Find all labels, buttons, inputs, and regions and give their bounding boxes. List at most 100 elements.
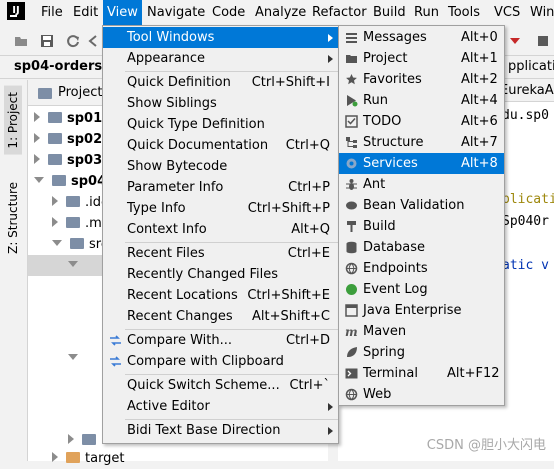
menu-navigate[interactable]: Navigate: [143, 0, 209, 25]
tree-item[interactable]: sp02-: [34, 129, 108, 150]
tool-window-terminal[interactable]: Terminal Alt+F12: [339, 363, 504, 384]
refresh-icon[interactable]: [66, 34, 80, 48]
tree-item[interactable]: sp04-: [34, 171, 112, 192]
intellij-logo-icon: IJ: [7, 2, 25, 20]
menu-item-appearance[interactable]: Appearance: [103, 48, 338, 69]
tool-window-maven[interactable]: m Maven: [339, 321, 504, 342]
submenu-arrow-icon: [328, 34, 333, 42]
collapse-arrow-icon[interactable]: [52, 240, 62, 246]
open-folder-icon[interactable]: [14, 34, 28, 48]
save-icon[interactable]: [40, 34, 54, 48]
editor-tab[interactable]: EurekaA: [498, 80, 554, 102]
expand-arrow-icon[interactable]: [34, 112, 40, 122]
menu-item-show-siblings[interactable]: Show Siblings: [103, 93, 338, 114]
tab-project[interactable]: 1: Project: [4, 86, 22, 155]
menu-edit[interactable]: Edit: [69, 0, 102, 25]
tool-window-web[interactable]: Web: [339, 384, 504, 405]
tool-window-todo[interactable]: TODO Alt+6: [339, 111, 504, 132]
tab-structure[interactable]: Z: Structure: [4, 176, 22, 260]
tool-window-build[interactable]: Build: [339, 216, 504, 237]
tree-item[interactable]: [68, 348, 86, 369]
expand-arrow-icon[interactable]: [34, 133, 40, 143]
java-enterprise-icon: [345, 304, 358, 317]
tool-window-bean-validation[interactable]: Bean Validation: [339, 195, 504, 216]
menu-item-quick-documentation[interactable]: Quick Documentation Ctrl+Q: [103, 135, 338, 156]
dropdown-arrow-icon[interactable]: [508, 34, 522, 48]
menu-item-bidi-text-base-direction[interactable]: Bidi Text Base Direction: [103, 420, 338, 441]
menu-analyze[interactable]: Analyze: [251, 0, 310, 25]
tree-item[interactable]: .mv: [52, 213, 110, 234]
project-panel-title[interactable]: Project: [58, 85, 102, 100]
menu-item-quick-type-definition[interactable]: Quick Type Definition: [103, 114, 338, 135]
menu-refactor[interactable]: Refactor: [308, 0, 371, 25]
tree-item[interactable]: target: [52, 448, 125, 469]
menu-item-show-bytecode[interactable]: Show Bytecode: [103, 156, 338, 177]
menu-tools[interactable]: Tools: [444, 0, 484, 25]
tool-window-favorites[interactable]: Favorites Alt+2: [339, 69, 504, 90]
watermark: CSDN @胆小大闪电: [426, 438, 546, 453]
services-icon: [346, 158, 357, 169]
menu-item-compare-with-clipboard[interactable]: Compare with Clipboard: [103, 351, 338, 372]
expand-arrow-icon[interactable]: [68, 434, 74, 444]
menu-item-recent-changes[interactable]: Recent Changes Alt+Shift+C: [103, 306, 338, 327]
tree-item[interactable]: .ide: [52, 192, 109, 213]
menu-item-type-info[interactable]: Type Info Ctrl+Shift+P: [103, 198, 338, 219]
menu-item-quick-definition[interactable]: Quick Definition Ctrl+Shift+I: [103, 72, 338, 93]
expand-arrow-icon[interactable]: [52, 196, 58, 206]
back-arrow-icon[interactable]: [86, 34, 100, 48]
compare-clipboard-icon: [110, 356, 121, 367]
menu-item-compare-with[interactable]: Compare With... Ctrl+D: [103, 330, 338, 351]
structure-icon: [346, 137, 357, 148]
spring-leaf-icon: [347, 347, 357, 357]
collapse-arrow-icon[interactable]: [68, 354, 78, 360]
build-hammer-icon: [347, 221, 356, 232]
menu-item-recent-locations[interactable]: Recent Locations Ctrl+Shift+E: [103, 285, 338, 306]
tool-window-services[interactable]: Services Alt+8: [339, 153, 504, 174]
view-menu: Tool Windows Appearance Quick Definition…: [102, 25, 339, 444]
submenu-arrow-icon: [328, 427, 333, 435]
tool-window-run[interactable]: Run Alt+4: [339, 90, 504, 111]
menu-item-recent-files[interactable]: Recent Files Ctrl+E: [103, 243, 338, 264]
menu-item-active-editor[interactable]: Active Editor: [103, 396, 338, 417]
menu-vcs[interactable]: VCS: [490, 0, 524, 25]
bean-validation-icon: [346, 201, 357, 210]
menu-item-parameter-info[interactable]: Parameter Info Ctrl+P: [103, 177, 338, 198]
menu-build[interactable]: Build: [369, 0, 410, 25]
menu-item-context-info[interactable]: Context Info Alt+Q: [103, 219, 338, 240]
menu-code[interactable]: Code: [208, 0, 249, 25]
expand-arrow-icon[interactable]: [34, 154, 40, 164]
expand-arrow-icon[interactable]: [52, 217, 58, 227]
tool-window-event-log[interactable]: Event Log: [339, 279, 504, 300]
tree-item[interactable]: sp01-: [34, 108, 108, 129]
tool-window-java-enterprise[interactable]: Java Enterprise: [339, 300, 504, 321]
menu-item-quick-switch-scheme[interactable]: Quick Switch Scheme... Ctrl+`: [103, 375, 338, 396]
editor-tab-application[interactable]: pplication: [508, 59, 554, 74]
menu-view[interactable]: View: [103, 0, 142, 25]
menu-file[interactable]: File: [37, 0, 67, 25]
tool-window-messages[interactable]: Messages Alt+0: [339, 27, 504, 48]
tool-window-endpoints[interactable]: Endpoints: [339, 258, 504, 279]
collapse-arrow-icon[interactable]: [34, 177, 44, 183]
messages-icon: [346, 33, 357, 43]
tool-window-spring[interactable]: Spring: [339, 342, 504, 363]
collapse-arrow-icon[interactable]: [68, 261, 78, 267]
folder-icon: [66, 217, 80, 228]
tool-window-ant[interactable]: Ant: [339, 174, 504, 195]
menu-item-tool-windows[interactable]: Tool Windows: [103, 27, 338, 48]
tool-window-database[interactable]: Database: [339, 237, 504, 258]
ant-icon: [346, 179, 357, 190]
submenu-arrow-icon: [328, 55, 333, 63]
menu-run[interactable]: Run: [410, 0, 443, 25]
menu-window[interactable]: Win: [526, 0, 554, 25]
submenu-arrow-icon: [328, 403, 333, 411]
module-folder-icon: [48, 133, 62, 144]
tree-item[interactable]: src: [52, 234, 108, 255]
code-line: du.sp0: [502, 108, 549, 123]
left-tool-strip: 1: Project Z: Structure: [0, 80, 28, 461]
tree-item[interactable]: sp03-: [34, 150, 108, 171]
stop-icon[interactable]: [536, 34, 550, 48]
menu-item-recently-changed-files[interactable]: Recently Changed Files: [103, 264, 338, 285]
tool-window-structure[interactable]: Structure Alt+7: [339, 132, 504, 153]
tool-window-project[interactable]: Project Alt+1: [339, 48, 504, 69]
web-globe-icon: [345, 388, 358, 401]
